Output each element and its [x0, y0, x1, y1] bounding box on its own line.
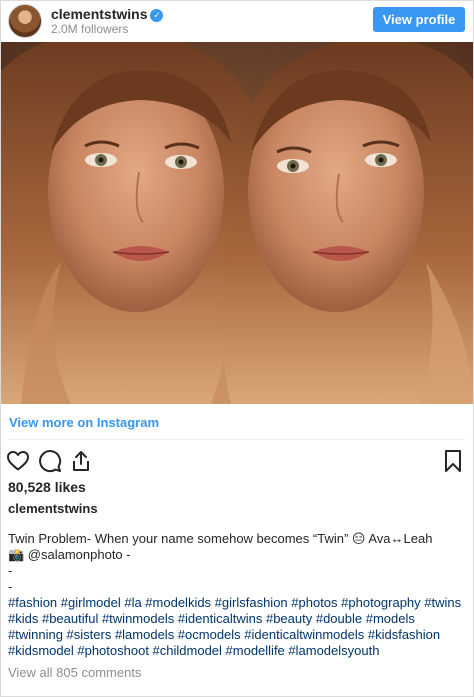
caption-separator: - — [8, 579, 13, 594]
heart-icon[interactable] — [6, 449, 30, 473]
twins-portrait-image — [1, 42, 473, 404]
follower-count: 2.0M followers — [51, 22, 129, 36]
post-image[interactable] — [1, 42, 473, 404]
hashtags[interactable]: #twinning #sisters #lamodels #ocmodels #… — [8, 627, 470, 643]
post-caption: Twin Problem- When your name somehow bec… — [8, 531, 470, 659]
view-profile-button[interactable]: View profile — [373, 7, 465, 32]
hashtags[interactable]: #kids #beautiful #twinmodels #identicalt… — [8, 611, 470, 627]
hashtags[interactable]: #fashion #girlmodel #la #modelkids #girl… — [8, 595, 470, 611]
avatar[interactable] — [8, 4, 42, 38]
divider — [9, 439, 465, 440]
view-all-comments-link[interactable]: View all 805 comments — [8, 665, 141, 680]
username[interactable]: clementstwins — [51, 6, 147, 22]
like-count[interactable]: 80,528 likes — [8, 479, 86, 495]
caption-credit[interactable]: 📸 @salamonphoto - — [8, 547, 470, 563]
comment-icon[interactable] — [38, 449, 62, 473]
verified-badge-icon: ✓ — [150, 9, 164, 22]
instagram-embed-card: clementstwins ✓ 2.0M followers View profi… — [0, 0, 474, 697]
caption-separator: - — [8, 563, 13, 578]
caption-text: Twin Problem- When your name somehow bec… — [8, 531, 433, 546]
caption-username[interactable]: clementstwins — [8, 501, 98, 516]
post-header: clementstwins ✓ 2.0M followers View profi… — [1, 1, 473, 41]
share-icon[interactable] — [69, 449, 93, 473]
view-more-link[interactable]: View more on Instagram — [9, 415, 159, 430]
bookmark-icon[interactable] — [441, 449, 465, 473]
username-row[interactable]: clementstwins ✓ — [51, 6, 164, 22]
hashtags[interactable]: #kidsmodel #photoshoot #childmodel #mode… — [8, 643, 470, 659]
